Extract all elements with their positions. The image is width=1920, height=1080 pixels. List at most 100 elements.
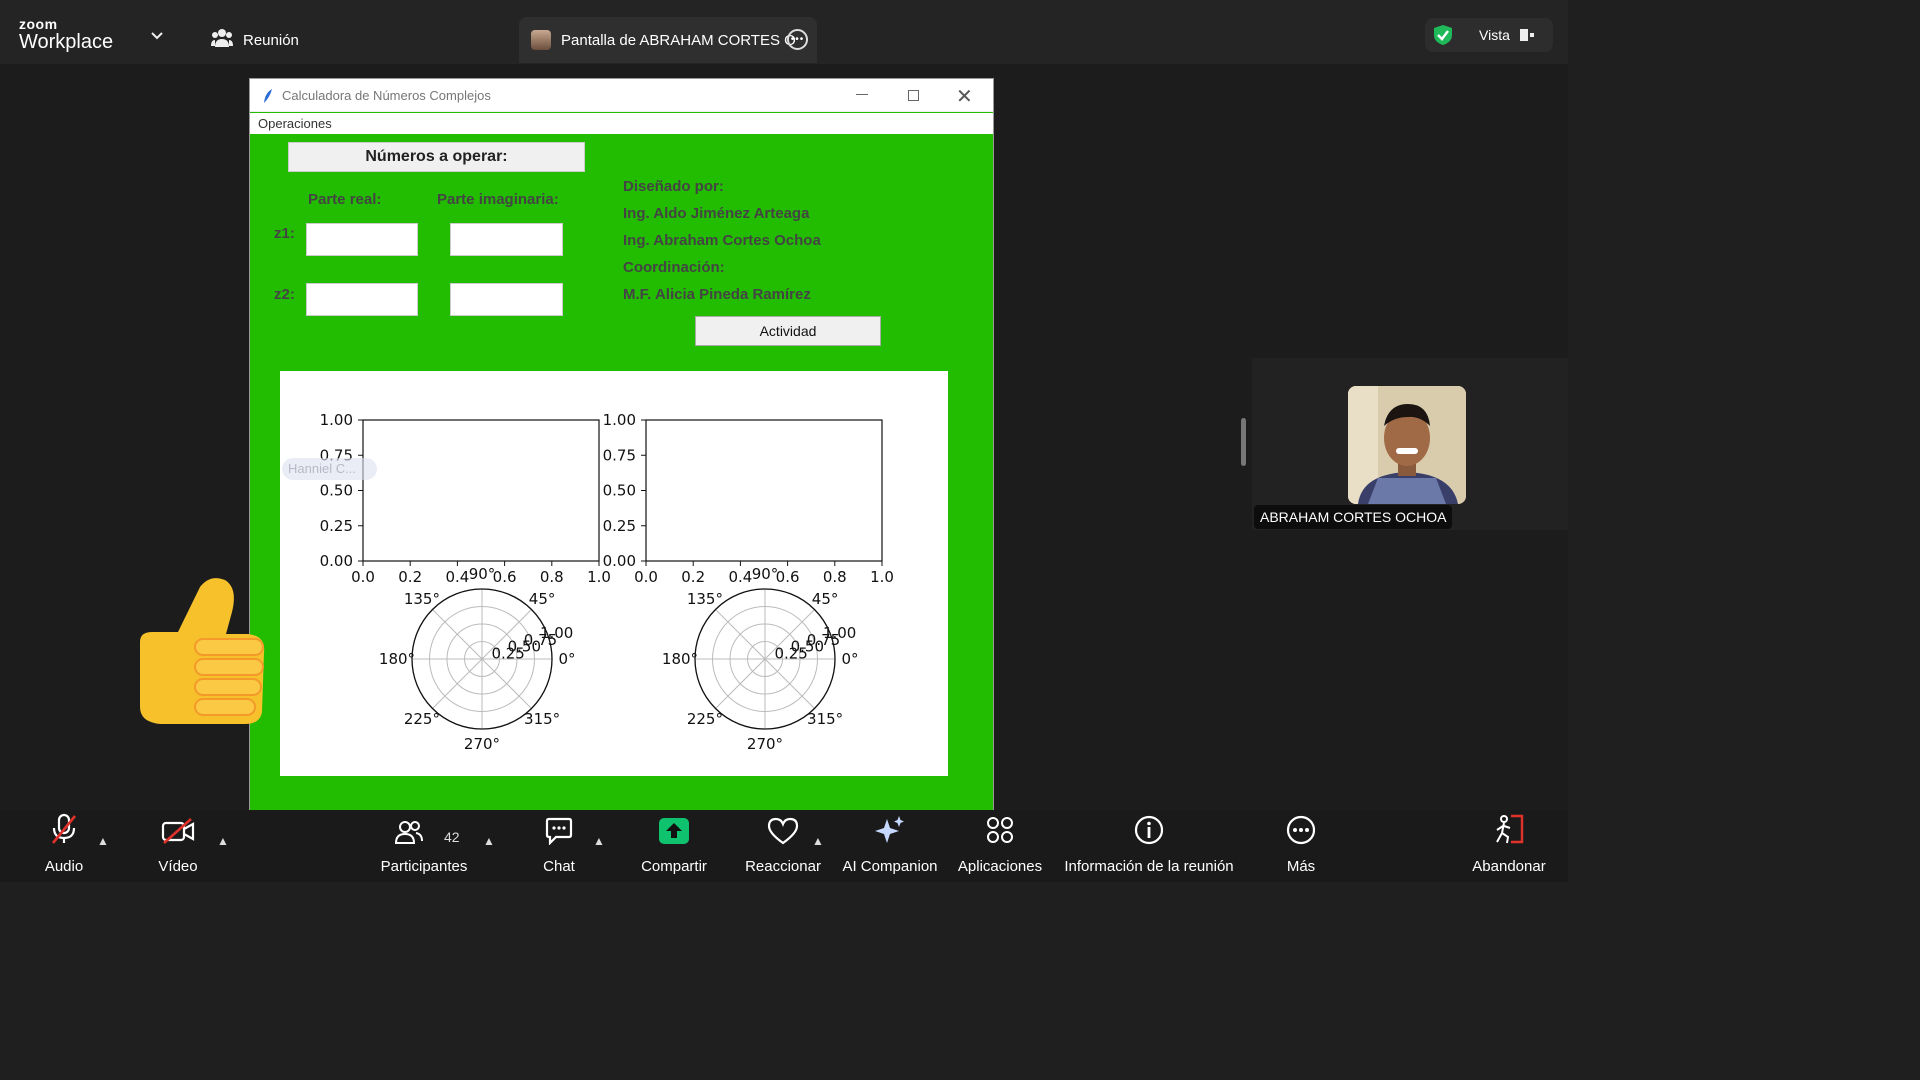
react-label: Reaccionar	[745, 858, 821, 875]
operands-header: Números a operar:	[288, 142, 585, 172]
angle-tick-label-1: 315°	[524, 710, 560, 728]
thumbs-up-reaction-icon	[130, 572, 270, 732]
view-label: Vista	[1479, 27, 1510, 43]
meeting-info-label: Información de la reunión	[1064, 858, 1234, 875]
security-shield-icon[interactable]	[1433, 24, 1453, 51]
more-icon	[1286, 815, 1316, 850]
radial-tick-label-2: 1.00	[823, 624, 856, 642]
video-off-icon	[161, 817, 195, 850]
video-label: Vídeo	[158, 858, 198, 875]
y-tick-label-1: 0.50	[320, 482, 353, 500]
leave-label: Abandonar	[1472, 858, 1546, 875]
chat-icon	[544, 817, 574, 850]
angle-tick-label-1: 270°	[464, 735, 500, 753]
react-button[interactable]: Reaccionar	[744, 810, 822, 882]
meeting-label: Reunión	[243, 31, 299, 49]
zoom-workplace-logo[interactable]: zoom Workplace	[19, 17, 113, 52]
logo-zoom-text: zoom	[19, 16, 58, 32]
angle-grid-2	[715, 609, 766, 660]
chat-caret-icon[interactable]: ▲	[593, 834, 605, 848]
maximize-icon[interactable]	[908, 90, 919, 101]
y-tick-label-2: 0.50	[603, 482, 636, 500]
plots-svg: 0.0 0.2 0.4 0.6 0.8 1.00.000.250.500.751.000.…	[320, 411, 894, 753]
screen-share-tab[interactable]: Pantalla de ABRAHAM CORTES O •••	[519, 17, 817, 63]
leave-door-icon	[1493, 813, 1525, 850]
more-options-icon[interactable]: •••	[787, 29, 808, 50]
audio-button[interactable]: Audio	[36, 810, 92, 882]
angle-tick-label-2: 180°	[662, 650, 698, 668]
x-tick-label-1: 0.6	[493, 568, 517, 586]
audio-label: Audio	[44, 858, 84, 875]
real-part-label: Parte real:	[308, 191, 382, 208]
axes-frame-2	[645, 419, 883, 562]
z2-real-input[interactable]	[306, 283, 418, 316]
z1-imaginary-input[interactable]	[450, 223, 563, 256]
y-tick-label-2: 1.00	[603, 411, 636, 429]
angle-tick-label-1: 45°	[529, 590, 556, 608]
author-1: Ing. Aldo Jiménez Arteaga	[623, 205, 810, 222]
angle-tick-label-2: 90°	[752, 565, 779, 583]
view-layout-icon	[1519, 28, 1535, 47]
video-options-caret-icon[interactable]: ▲	[217, 834, 229, 848]
app-title-bar: Calculadora de Números Complejos ✕	[250, 79, 993, 112]
zoom-meeting-window: zoom Workplace Reunión Pantalla de ABRAH…	[0, 0, 1568, 882]
apps-icon	[985, 815, 1015, 850]
share-button[interactable]: Compartir	[636, 810, 712, 882]
minimize-icon[interactable]	[856, 94, 868, 95]
radial-tick-label-1: 1.00	[540, 624, 573, 642]
chat-label: Chat	[543, 858, 575, 875]
x-tick-label-2: 0.0	[634, 568, 658, 586]
chevron-down-icon[interactable]	[150, 28, 164, 46]
angle-tick-label-2: 270°	[747, 735, 783, 753]
x-tick-label-1: 0.0	[351, 568, 375, 586]
participant-name-tag: ABRAHAM CORTES OCHOA	[1254, 505, 1453, 529]
apps-label: Aplicaciones	[957, 858, 1043, 875]
y-tick-label-1: 0.00	[320, 552, 353, 570]
ai-companion-button[interactable]: AI Companion	[841, 810, 939, 882]
activity-button[interactable]: Actividad	[695, 316, 881, 346]
close-icon[interactable]: ✕	[956, 84, 973, 109]
y-tick-label-2: 0.00	[603, 552, 636, 570]
z2-imaginary-input[interactable]	[450, 283, 563, 316]
sparkle-icon	[874, 815, 906, 850]
x-tick-label-2: 0.6	[776, 568, 800, 586]
angle-grid-2	[715, 658, 766, 709]
info-icon	[1134, 815, 1164, 850]
leave-button[interactable]: Abandonar	[1470, 810, 1548, 882]
more-button[interactable]: Más	[1280, 810, 1322, 882]
angle-grid-2	[764, 658, 815, 709]
x-tick-label-2: 0.8	[823, 568, 847, 586]
panel-resize-handle[interactable]	[1241, 418, 1246, 466]
designed-by-label: Diseñado por:	[623, 178, 724, 195]
participants-label: Participantes	[380, 858, 468, 875]
view-button[interactable]: Vista	[1425, 18, 1553, 52]
menu-operations[interactable]: Operaciones	[258, 116, 332, 131]
y-tick-label-1: 1.00	[320, 411, 353, 429]
angle-tick-label-1: 90°	[469, 565, 496, 583]
react-caret-icon[interactable]: ▲	[812, 834, 824, 848]
x-tick-label-1: 0.8	[540, 568, 564, 586]
heart-icon	[767, 817, 799, 850]
x-tick-label-1: 0.4	[445, 568, 469, 586]
chat-button[interactable]: Chat	[536, 810, 582, 882]
feather-icon	[262, 88, 274, 109]
participant-video[interactable]	[1348, 386, 1466, 504]
shared-app-window: Calculadora de Números Complejos ✕ Opera…	[250, 79, 993, 810]
apps-button[interactable]: Aplicaciones	[957, 810, 1043, 882]
participant-name-ghost: Hanniel C...	[282, 458, 377, 480]
audio-options-caret-icon[interactable]: ▲	[97, 834, 109, 848]
x-tick-label-2: 0.4	[728, 568, 752, 586]
author-2: Ing. Abraham Cortes Ochoa	[623, 232, 821, 249]
y-tick-label-2: 0.75	[603, 446, 636, 464]
video-button[interactable]: Vídeo	[150, 810, 206, 882]
z1-real-input[interactable]	[306, 223, 418, 256]
angle-grid-1	[432, 609, 483, 660]
meeting-menu-button[interactable]: Reunión	[211, 28, 299, 52]
x-tick-label-1: 0.2	[398, 568, 422, 586]
meeting-info-button[interactable]: Información de la reunión	[1060, 810, 1238, 882]
angle-tick-label-2: 135°	[687, 590, 723, 608]
x-tick-label-2: 0.2	[681, 568, 705, 586]
participants-button[interactable]: Participantes	[380, 810, 468, 882]
presenter-avatar	[531, 30, 551, 50]
participants-caret-icon[interactable]: ▲	[483, 834, 495, 848]
